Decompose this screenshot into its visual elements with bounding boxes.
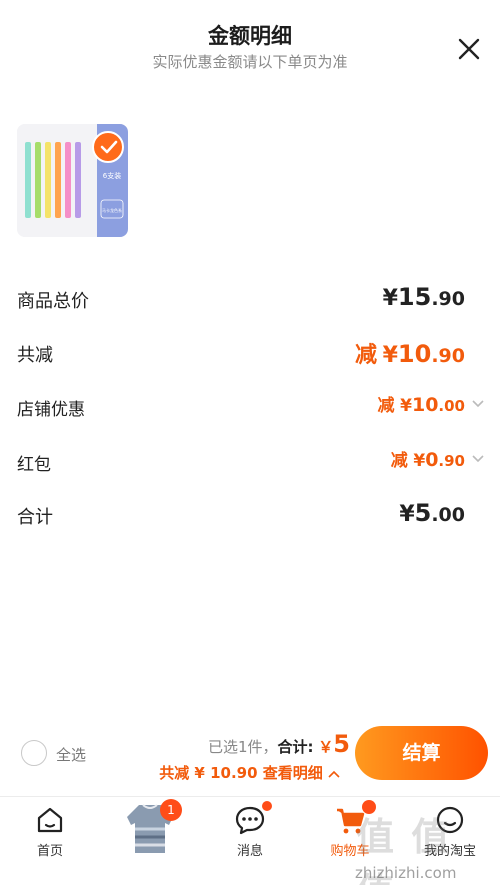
unread-dot: [262, 801, 272, 811]
bottom-tab-bar: 首页 1 消息 购物车 我的淘宝 值 值 zhizhizhi.com: [0, 796, 500, 885]
total-discount-amount: 减 ¥10.90: [355, 340, 465, 368]
thumbnail-subtext: 马卡龙色系: [102, 207, 122, 213]
row-label: 共减: [17, 345, 53, 366]
red-packet-amount: 减 ¥0.90: [390, 449, 465, 471]
home-icon: [37, 807, 63, 833]
select-all-label[interactable]: 全选: [56, 744, 86, 765]
row-label: 合计: [17, 507, 53, 528]
row-label: 店铺优惠: [17, 400, 85, 420]
grand-total-amount: ¥5.00: [399, 499, 465, 527]
select-all-radio[interactable]: [21, 740, 47, 766]
total-value: 5: [333, 730, 350, 758]
cart-count-badge: 1: [160, 799, 182, 821]
view-details-link[interactable]: 共减 ¥ 10.90 查看明细: [159, 762, 340, 783]
total-currency: ￥: [318, 738, 334, 756]
store-discount-amount: 减 ¥10.00: [377, 394, 465, 416]
thumbnail-text: 6支装: [103, 171, 121, 180]
selected-summary: 已选1件，合计: ￥5: [208, 730, 350, 758]
checkmark-icon: [100, 140, 118, 154]
close-button[interactable]: [456, 36, 482, 62]
checkout-bar: 全选 已选1件，合计: ￥5 共减 ¥ 10.90 查看明细 结算: [0, 718, 500, 796]
chevron-down-icon: [472, 455, 484, 463]
page-subtitle: 实际优惠金额请以下单页为准: [152, 53, 348, 71]
row-total-price: 商品总价 ¥15.90: [17, 283, 487, 317]
page-title: 金额明细: [208, 24, 292, 48]
total-price-amount: ¥15.90: [382, 283, 465, 311]
tab-recommended-item[interactable]: 1: [100, 797, 200, 867]
chat-bubble-icon: [235, 806, 265, 835]
tab-messages-label: 消息: [236, 844, 263, 859]
watermark-url: zhizhizhi.com: [355, 864, 457, 882]
selected-count: 已选1件，: [207, 738, 278, 756]
row-store-discount[interactable]: 店铺优惠 减 ¥10.00: [17, 394, 487, 425]
row-total-discount: 共减 减 ¥10.90: [17, 340, 487, 371]
row-grand-total: 合计 ¥5.00: [17, 499, 487, 533]
details-link-label: 查看明细: [262, 764, 323, 782]
chevron-down-icon: [472, 400, 484, 408]
row-label: 商品总价: [17, 291, 89, 312]
tab-home-label: 首页: [36, 844, 63, 859]
item-selected-checkbox[interactable]: [92, 131, 124, 163]
row-red-packet[interactable]: 红包 减 ¥0.90: [17, 449, 487, 480]
checkout-button[interactable]: 结算: [355, 726, 488, 780]
tab-home[interactable]: 首页: [0, 797, 100, 867]
total-label: 合计:: [277, 738, 314, 756]
header: 金额明细 实际优惠金额请以下单页为准: [0, 0, 500, 90]
close-icon: [458, 38, 480, 60]
row-label: 红包: [17, 455, 51, 475]
chevron-up-icon: [328, 770, 340, 778]
discount-text: 共减 ¥ 10.90: [159, 764, 258, 782]
tab-messages[interactable]: 消息: [200, 797, 300, 867]
